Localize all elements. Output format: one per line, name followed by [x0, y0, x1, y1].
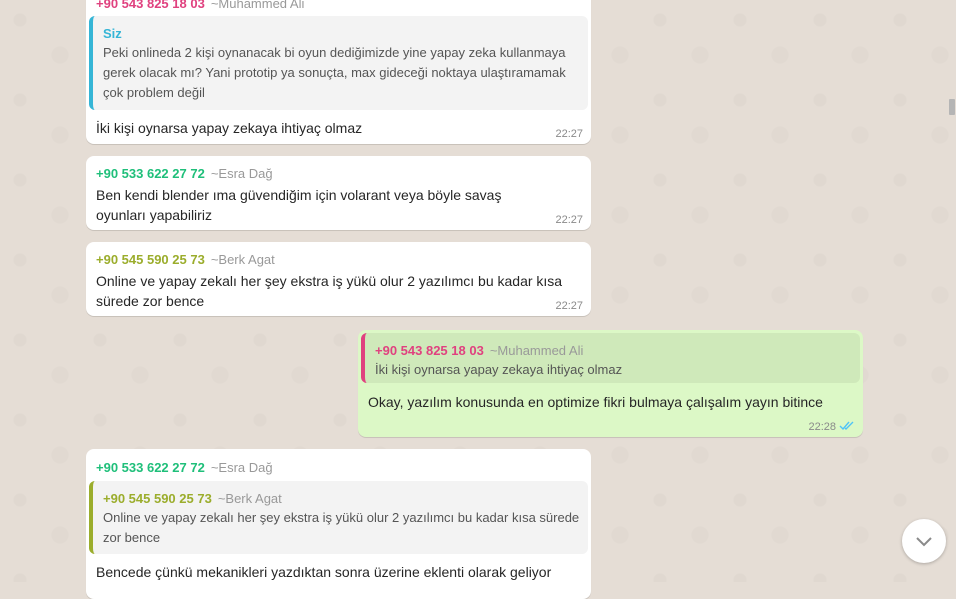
sender-alias: ~Esra Dağ: [210, 460, 273, 475]
quoted-sender: Siz: [103, 26, 122, 41]
quoted-sender-phone: +90 543 825 18 03: [375, 343, 484, 358]
quoted-sender: +90 543 825 18 03 ~Muhammed Ali: [375, 343, 583, 358]
message-time: 22:27: [555, 214, 583, 226]
sender-phone: +90 545 590 25 73: [96, 252, 205, 267]
sender-phone: +90 543 825 18 03: [96, 0, 205, 11]
sender-name[interactable]: +90 533 622 27 72 ~Esra Dağ: [96, 460, 273, 475]
outgoing-message-bubble[interactable]: +90 543 825 18 03 ~Muhammed Ali İki kişi …: [358, 330, 863, 437]
sender-alias: ~Berk Agat: [210, 252, 275, 267]
quoted-sender: +90 545 590 25 73 ~Berk Agat: [103, 491, 282, 506]
sender-name[interactable]: +90 533 622 27 72 ~Esra Dağ: [96, 166, 273, 181]
quoted-sender-alias: ~Muhammed Ali: [489, 343, 584, 358]
message-bubble[interactable]: +90 543 825 18 03 ~Muhammed Ali Siz Peki …: [86, 0, 591, 144]
message-time: 22:27: [555, 300, 583, 312]
message-text: İki kişi oynarsa yapay zekaya ihtiyaç ol…: [96, 120, 363, 136]
scrollbar-thumb[interactable]: [949, 99, 955, 115]
quoted-message[interactable]: Siz Peki onlineda 2 kişi oynanacak bi oy…: [89, 16, 588, 110]
sender-phone: +90 533 622 27 72: [96, 166, 205, 181]
double-check-icon: [839, 421, 854, 431]
quoted-message[interactable]: +90 545 590 25 73 ~Berk Agat Online ve ya…: [89, 481, 588, 554]
quoted-sender-phone: +90 545 590 25 73: [103, 491, 212, 506]
quoted-message[interactable]: +90 543 825 18 03 ~Muhammed Ali İki kişi …: [361, 333, 860, 383]
chevron-down-icon: [916, 537, 932, 547]
message-text: Okay, yazılım konusunda en optimize fikr…: [368, 394, 823, 410]
message-bubble[interactable]: +90 545 590 25 73 ~Berk Agat Online ve ya…: [86, 242, 591, 316]
sender-alias: ~Muhammed Ali: [210, 0, 305, 11]
sender-name[interactable]: +90 543 825 18 03 ~Muhammed Ali: [96, 0, 304, 11]
quoted-text: Peki onlineda 2 kişi oynanacak bi oyun d…: [103, 45, 566, 100]
sender-phone: +90 533 622 27 72: [96, 460, 205, 475]
message-time: 22:27: [555, 128, 583, 140]
sender-name[interactable]: +90 545 590 25 73 ~Berk Agat: [96, 252, 275, 267]
message-bubble[interactable]: +90 533 622 27 72 ~Esra Dağ Ben kendi ble…: [86, 156, 591, 230]
message-text: Bencede çünkü mekanikleri yazdıktan sonr…: [96, 564, 552, 580]
scroll-to-bottom-button[interactable]: [902, 519, 946, 563]
sender-alias: ~Esra Dağ: [210, 166, 273, 181]
message-text: Online ve yapay zekalı her şey ekstra iş…: [96, 273, 563, 309]
message-text: Ben kendi blender ıma güvendiğim için vo…: [96, 187, 502, 223]
message-time: 22:28: [808, 421, 836, 433]
message-bubble[interactable]: +90 533 622 27 72 ~Esra Dağ +90 545 590 2…: [86, 449, 591, 599]
quoted-text: İki kişi oynarsa yapay zekaya ihtiyaç ol…: [375, 362, 623, 377]
quoted-sender-alias: ~Berk Agat: [217, 491, 282, 506]
quoted-text: Online ve yapay zekalı her şey ekstra iş…: [103, 510, 580, 545]
